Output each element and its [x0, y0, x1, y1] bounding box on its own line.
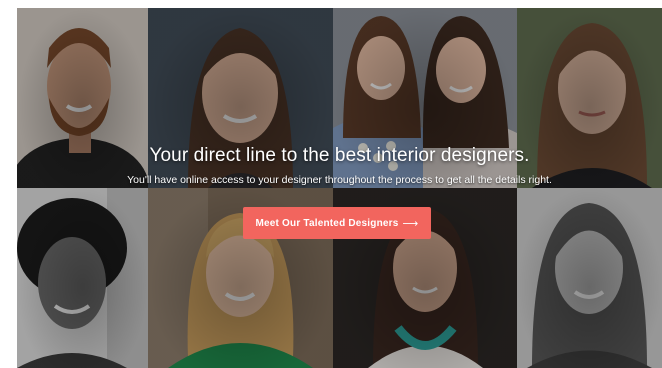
hero-headline: Your direct line to the best interior de…: [149, 145, 530, 166]
designers-hero: Your direct line to the best interior de…: [17, 8, 662, 368]
meet-designers-label: Meet Our Talented Designers: [255, 217, 399, 229]
meet-designers-button[interactable]: Meet Our Talented Designers ⟶: [243, 207, 431, 239]
hero-subline: You'll have online access to your design…: [127, 174, 552, 186]
arrow-right-icon: ⟶: [402, 217, 419, 230]
hero-overlay: Your direct line to the best interior de…: [17, 8, 662, 368]
